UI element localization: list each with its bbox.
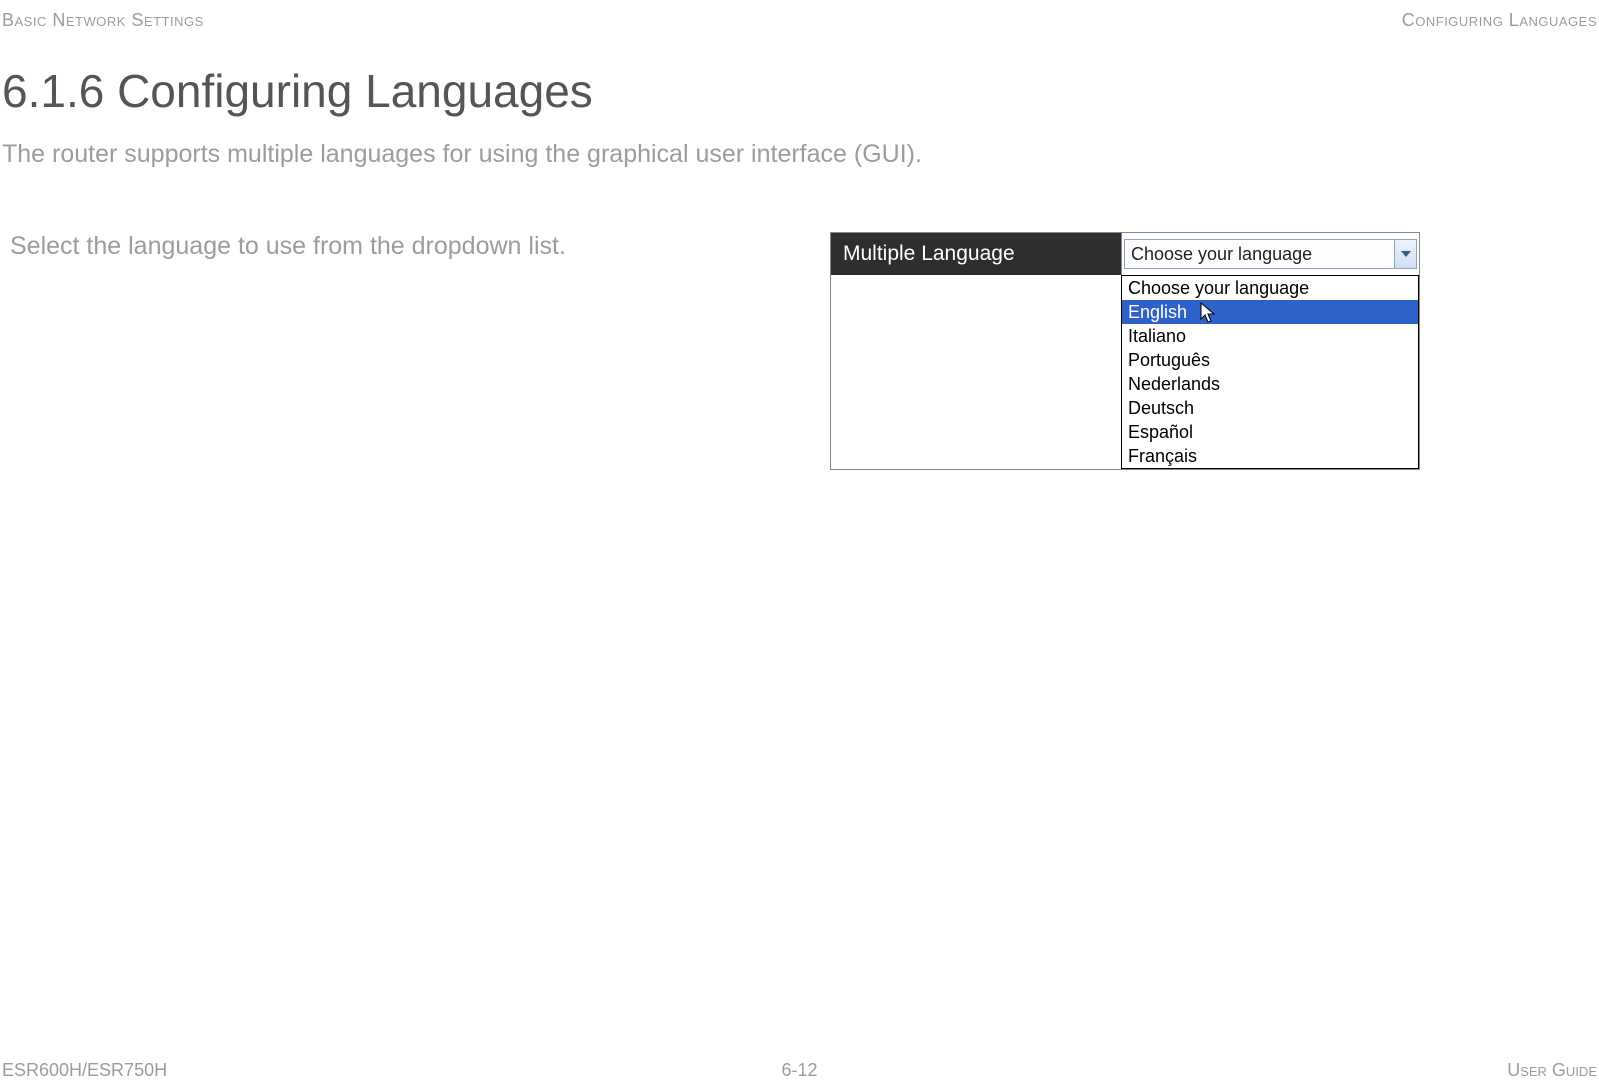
footer-page: 6-12 — [781, 1060, 817, 1081]
intro-paragraph: The router supports multiple languages f… — [2, 140, 922, 169]
chevron-down-icon[interactable] — [1394, 240, 1416, 268]
footer-guide: User Guide — [1507, 1060, 1597, 1081]
dropdown-option[interactable]: Português — [1122, 348, 1418, 372]
header-left: Basic Network Settings — [2, 10, 204, 31]
select-cell: Choose your language — [1121, 233, 1419, 275]
language-dropdown[interactable]: Choose your language English Italiano Po… — [1121, 275, 1419, 469]
dropdown-option[interactable]: English — [1122, 300, 1418, 324]
footer-model: ESR600H/ESR750H — [2, 1060, 167, 1081]
language-select[interactable]: Choose your language — [1124, 239, 1417, 269]
page-title: 6.1.6 Configuring Languages — [2, 64, 593, 118]
dropdown-option[interactable]: Español — [1122, 420, 1418, 444]
language-panel: Multiple Language Choose your language C… — [830, 232, 1420, 470]
dropdown-option[interactable]: Nederlands — [1122, 372, 1418, 396]
panel-top-row: Multiple Language Choose your language — [831, 233, 1419, 275]
select-current-value: Choose your language — [1131, 244, 1312, 265]
dropdown-option[interactable]: Français — [1122, 444, 1418, 468]
dropdown-option[interactable]: Deutsch — [1122, 396, 1418, 420]
dropdown-option[interactable]: Italiano — [1122, 324, 1418, 348]
dropdown-option[interactable]: Choose your language — [1122, 276, 1418, 300]
instruction-text: Select the language to use from the drop… — [10, 232, 566, 261]
header-right: Configuring Languages — [1402, 10, 1597, 31]
field-label: Multiple Language — [831, 233, 1121, 275]
